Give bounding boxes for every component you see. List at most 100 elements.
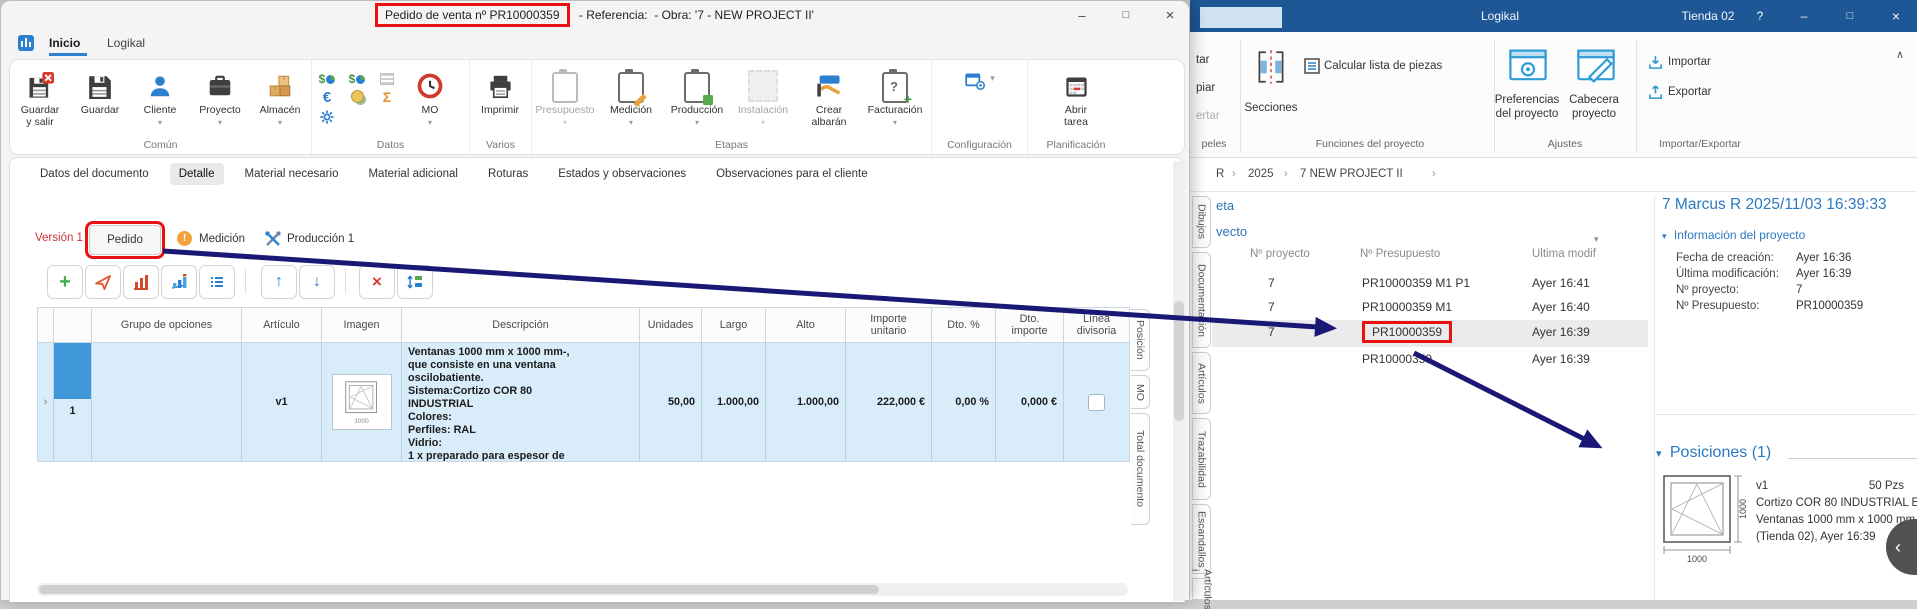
quick-access-highlight[interactable]: [1200, 7, 1282, 28]
cell-dto-importe[interactable]: 0,000 €: [996, 343, 1064, 461]
horizontal-scrollbar[interactable]: [37, 583, 1128, 596]
col-imagen[interactable]: Imagen: [322, 308, 402, 342]
guardar-button[interactable]: Guardar: [70, 65, 130, 117]
tab-trazabilidad[interactable]: Trazabilidad: [1192, 418, 1211, 500]
calcular-lista-icon[interactable]: [1304, 58, 1320, 77]
info-section-toggle[interactable]: ▾ Información del proyecto: [1662, 228, 1805, 242]
guardar-salir-button[interactable]: Guardar y salir: [10, 65, 70, 128]
help-button[interactable]: ?: [1748, 0, 1772, 32]
tab-medicion[interactable]: Medición: [199, 233, 245, 245]
tab-documentacion[interactable]: Documentación: [1192, 252, 1211, 348]
crear-albaran-button[interactable]: Crear albarán: [796, 65, 862, 128]
sort-icon[interactable]: ▾: [1594, 234, 1599, 245]
col-header-proyecto[interactable]: Nº proyecto: [1250, 248, 1310, 260]
breadcrumb-item[interactable]: R: [1216, 168, 1224, 180]
scrollbar-thumb[interactable]: [1174, 301, 1184, 421]
cabecera-proyecto-button[interactable]: Cabecera proyecto: [1562, 94, 1626, 122]
col-descripcion[interactable]: Descripción: [402, 308, 640, 342]
move-up-button[interactable]: ↑: [261, 265, 297, 299]
clipped-link[interactable]: eta: [1216, 198, 1234, 213]
medicion-button[interactable]: Medición ▾: [598, 65, 664, 127]
close-button[interactable]: ×: [1151, 2, 1189, 28]
tab-observaciones-cliente[interactable]: Observaciones para el cliente: [707, 163, 877, 185]
tab-inicio[interactable]: Inicio: [49, 36, 80, 50]
exportar-icon[interactable]: [1648, 85, 1663, 103]
vertical-scrollbar[interactable]: [1173, 161, 1185, 601]
cabecera-proyecto-icon[interactable]: [1574, 44, 1618, 91]
chart-button[interactable]: [123, 265, 159, 299]
col-header-modif[interactable]: Última modif: [1532, 248, 1640, 260]
cell-unidades[interactable]: 50,00: [640, 343, 702, 461]
document-row[interactable]: 7 PR10000359 M1 Ayer 16:40: [1212, 300, 1648, 320]
gear-icon[interactable]: [320, 110, 334, 127]
chevron-down-icon[interactable]: ▾: [990, 74, 995, 83]
sigma-icon[interactable]: Σ: [383, 90, 391, 104]
tab-escandallos[interactable]: Escandallos: [1192, 504, 1211, 574]
ribbon-collapse-button[interactable]: ∧: [1896, 48, 1904, 61]
importar-icon[interactable]: [1648, 55, 1663, 73]
document-row[interactable]: 7 PR10000359 M1 P1 Ayer 16:41: [1212, 276, 1648, 296]
row-expander[interactable]: ›: [38, 343, 54, 461]
main-maximize-button[interactable]: □: [1836, 0, 1864, 32]
secciones-button[interactable]: Secciones: [1236, 102, 1306, 114]
document-row[interactable]: PR10000359 Ayer 16:39: [1212, 352, 1648, 372]
preferencias-proyecto-icon[interactable]: [1506, 44, 1550, 91]
tab-material-adicional[interactable]: Material adicional: [359, 163, 467, 185]
cell-dto-pct[interactable]: 0,00 %: [932, 343, 996, 461]
main-close-button[interactable]: ×: [1882, 0, 1910, 32]
scrollbar-thumb[interactable]: [39, 585, 879, 594]
main-minimize-button[interactable]: –: [1790, 0, 1818, 32]
tab-material-necesario[interactable]: Material necesario: [236, 163, 348, 185]
price-pie-icon[interactable]: $: [319, 73, 336, 85]
cell-largo[interactable]: 1.000,00: [702, 343, 766, 461]
col-dto-pct[interactable]: Dto. %: [932, 308, 996, 342]
cell-importe-unitario[interactable]: 222,000 €: [846, 343, 932, 461]
chart-alt-button[interactable]: [161, 265, 197, 299]
col-articulo[interactable]: Artículo: [242, 308, 322, 342]
preferencias-proyecto-button[interactable]: Preferencias del proyecto: [1492, 94, 1562, 122]
euro-icon[interactable]: €: [323, 90, 331, 105]
document-row-selected[interactable]: 7 PR10000359 Ayer 16:39: [1212, 320, 1648, 347]
tab-articulos-incompletos[interactable]: Artículos i: [1190, 569, 1214, 609]
position-drawing[interactable]: 1000 1000: [1662, 474, 1748, 587]
tab-estados-observaciones[interactable]: Estados y observaciones: [549, 163, 695, 185]
col-importe-unitario[interactable]: Importe unitario: [846, 308, 932, 342]
abrir-tarea-button[interactable]: Abrir tarea: [1043, 65, 1109, 128]
cell-imagen[interactable]: 1000: [322, 343, 402, 461]
col-largo[interactable]: Largo: [702, 308, 766, 342]
col-dto-importe[interactable]: Dto. importe: [996, 308, 1064, 342]
almacen-button[interactable]: Almacén ▾: [250, 65, 310, 127]
cell-grupo[interactable]: [92, 343, 242, 461]
produccion-button[interactable]: Producción ▾: [664, 65, 730, 127]
window-gear-icon[interactable]: [964, 70, 986, 95]
secciones-icon[interactable]: [1252, 48, 1290, 89]
col-header-presupuesto[interactable]: Nº Presupuesto: [1360, 248, 1440, 260]
tab-detalle[interactable]: Detalle: [169, 163, 224, 185]
send-button[interactable]: [85, 265, 121, 299]
posiciones-section-toggle[interactable]: ▾ Posiciones (1): [1656, 444, 1771, 462]
col-linea-divisoria[interactable]: Línea divisoria: [1064, 308, 1129, 342]
tab-total-documento[interactable]: Total documento: [1131, 413, 1150, 525]
clipped-ribbon-item[interactable]: piar: [1196, 82, 1215, 94]
delete-row-button[interactable]: ×: [359, 265, 395, 299]
col-grupo-opciones[interactable]: Grupo de opciones: [92, 308, 242, 342]
cell-linea-divisoria[interactable]: [1064, 343, 1129, 461]
tab-posicion[interactable]: Posición: [1131, 309, 1150, 371]
row-number-cell[interactable]: 1: [54, 343, 92, 461]
tab-pedido-annotated[interactable]: Pedido: [85, 221, 165, 259]
checkbox[interactable]: [1088, 393, 1105, 411]
add-row-button[interactable]: +: [47, 265, 83, 299]
breadcrumb-item[interactable]: 7 NEW PROJECT II: [1300, 168, 1403, 180]
imprimir-button[interactable]: Imprimir: [470, 65, 530, 117]
row-height-button[interactable]: [397, 265, 433, 299]
clipped-link[interactable]: vecto: [1216, 224, 1247, 239]
breadcrumb-item[interactable]: 2025: [1248, 168, 1274, 180]
move-down-button[interactable]: ↓: [299, 265, 335, 299]
maximize-button[interactable]: □: [1107, 2, 1145, 28]
tab-logikal[interactable]: Logikal: [107, 36, 145, 50]
price-pie-icon[interactable]: $: [349, 73, 366, 85]
calcular-lista-button[interactable]: Calcular lista de piezas: [1324, 60, 1442, 72]
mo-button[interactable]: MO ▾: [402, 65, 458, 127]
tab-dibujos[interactable]: Dibujos: [1192, 196, 1211, 248]
facturacion-button[interactable]: ? + Facturación ▾: [862, 65, 928, 127]
